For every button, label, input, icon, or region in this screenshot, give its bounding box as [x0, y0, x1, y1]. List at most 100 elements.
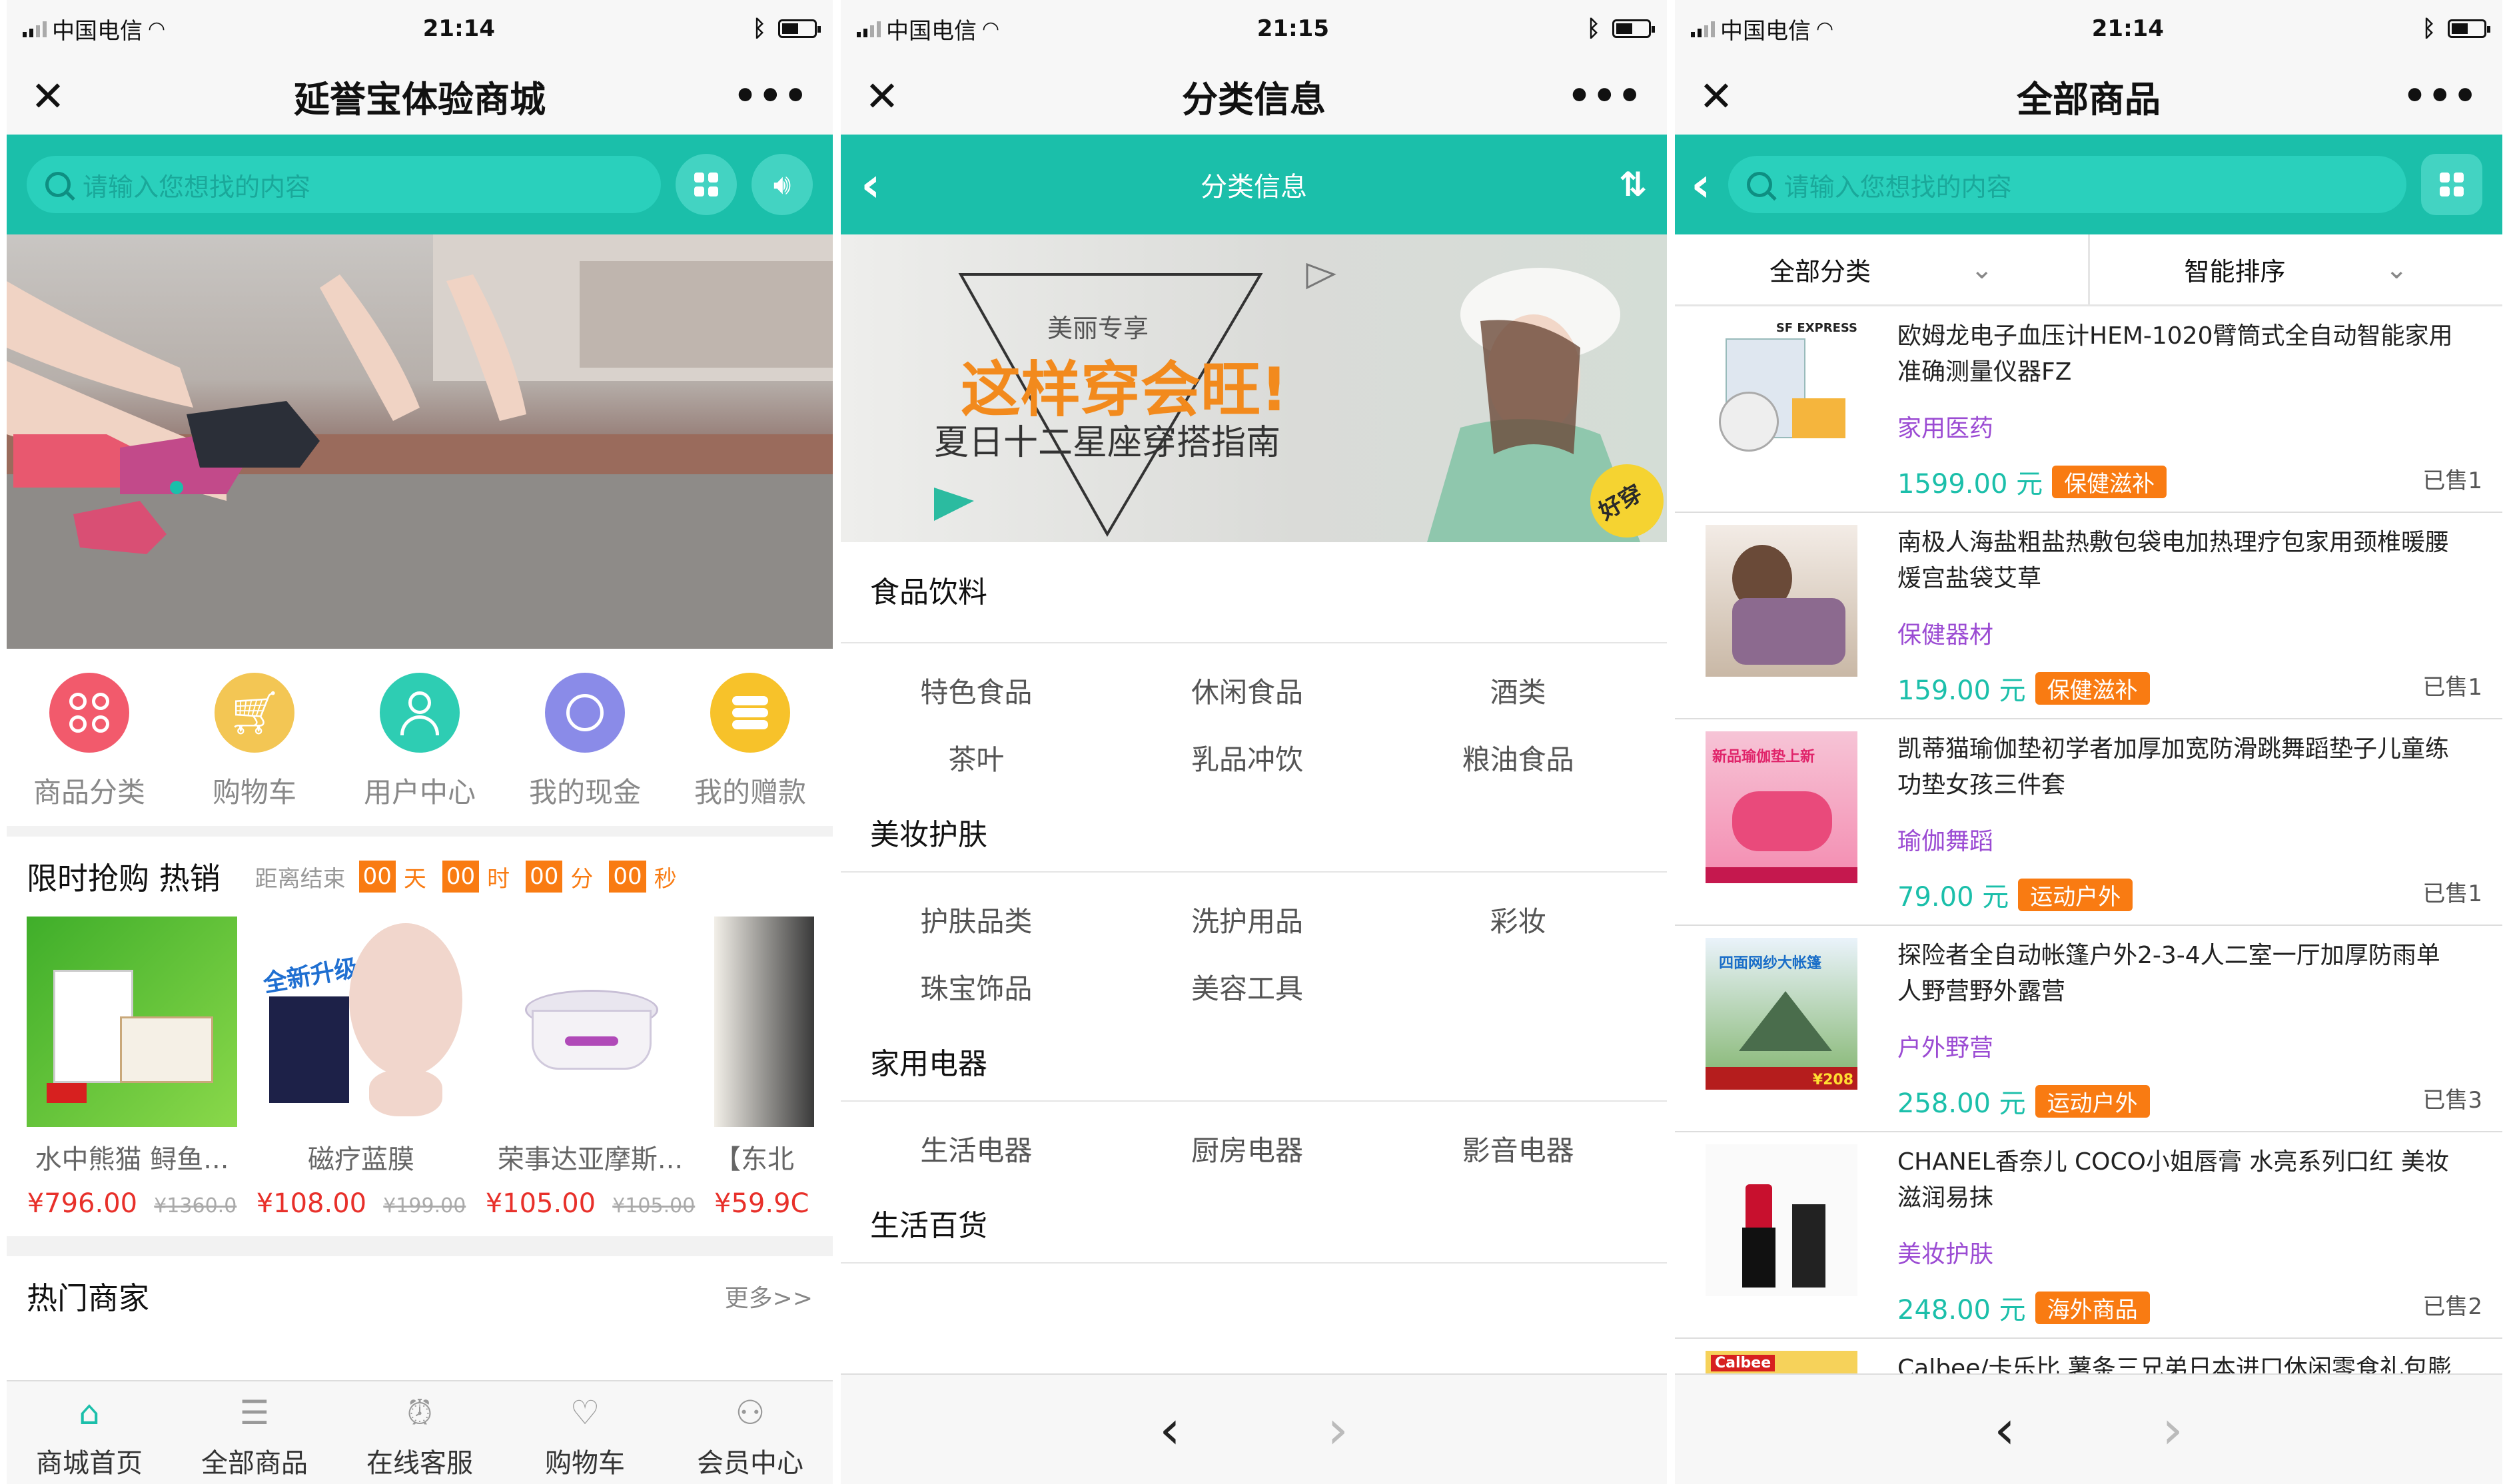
section-title[interactable]: 食品饮料: [841, 542, 1667, 643]
product-name: 荣事达亚摩斯...: [497, 1144, 684, 1175]
category-header: ‹ 分类信息 ⇅: [841, 135, 1667, 234]
tab-label: 全部商品: [201, 1448, 308, 1479]
quick-menu-label: 购物车: [212, 776, 296, 809]
quick-menu-category[interactable]: 商品分类: [23, 673, 156, 826]
section-title[interactable]: 美妆护肤: [841, 798, 1667, 873]
tent-label: 四面网纱大帐篷: [1719, 955, 1822, 972]
subcategory-item[interactable]: 洗护用品: [1112, 899, 1383, 940]
nav-bar: ✕ 延誉宝体验商城 •••: [7, 57, 833, 135]
close-icon[interactable]: ✕: [1699, 72, 1739, 121]
quick-menu-cash[interactable]: 我的现金: [518, 673, 652, 826]
close-icon[interactable]: ✕: [865, 72, 905, 121]
subcategory-item[interactable]: 护肤品类: [841, 899, 1112, 940]
grid-menu-button[interactable]: [676, 154, 737, 215]
grid-icon: [694, 173, 718, 196]
filter-category[interactable]: 全部分类 ⌄: [1675, 234, 2090, 304]
product-card[interactable]: 荣事达亚摩斯... ¥105.00 ¥105.00: [485, 917, 696, 1236]
product-price: 79.00 元: [1897, 882, 2009, 913]
product-price: ¥108.00: [256, 1188, 367, 1219]
product-card[interactable]: 水中熊猫 鲟鱼... ¥796.00 ¥1360.0: [27, 917, 237, 1236]
category-section: 生活百货: [841, 1189, 1667, 1264]
subcategory-item[interactable]: 彩妆: [1382, 899, 1654, 940]
product-tag: 保健滋补: [2052, 465, 2167, 498]
category-section: 美妆护肤 护肤品类 洗护用品 彩妆 珠宝饰品 美容工具: [841, 798, 1667, 1027]
bluetooth-icon: ᛒ: [1586, 15, 1600, 42]
home-screen: 中国电信 ◠ 21:14 ᛒ ✕ 延誉宝体验商城 ••• 请输入您想找的内容 🔊︎: [7, 0, 833, 1484]
subcategory-item[interactable]: 茶叶: [841, 737, 1112, 778]
chevron-down-icon: ⌄: [1971, 254, 1993, 285]
more-icon[interactable]: •••: [734, 75, 809, 118]
close-icon[interactable]: ✕: [31, 72, 71, 121]
product-row[interactable]: CHANEL香奈儿 COCO小姐唇膏 水亮系列口红 美妆滋润易抹 美妆护肤 24…: [1675, 1132, 2502, 1339]
more-icon[interactable]: •••: [2403, 75, 2478, 118]
list-icon: ☰: [239, 1393, 270, 1432]
product-category: 瑜伽舞蹈: [1897, 828, 1994, 855]
search-input[interactable]: 请输入您想找的内容: [27, 156, 661, 213]
subcategory-item[interactable]: 生活电器: [841, 1128, 1112, 1169]
section-title[interactable]: 家用电器: [841, 1027, 1667, 1102]
product-row[interactable]: SF EXPRESS 欧姆龙电子血压计HEM-1020臂筒式全自动智能家用准确测…: [1675, 306, 2502, 513]
quick-menu-label: 商品分类: [33, 776, 145, 809]
sound-button[interactable]: 🔊︎: [752, 154, 813, 215]
subcategory-item[interactable]: 影音电器: [1382, 1128, 1654, 1169]
quick-menu-label: 用户中心: [363, 776, 476, 809]
quick-menu-gift[interactable]: 我的赠款: [684, 673, 817, 826]
subcategory-item[interactable]: 粮油食品: [1382, 737, 1654, 778]
tab-service[interactable]: ⏰︎ 在线客服: [337, 1381, 502, 1484]
search-input[interactable]: 请输入您想找的内容: [1728, 156, 2406, 213]
banner-illustration: [7, 234, 833, 649]
product-name: 磁疗蓝膜: [308, 1144, 414, 1175]
product-row[interactable]: 四面网纱大帐篷 ¥208 探险者全自动帐篷户外2-3-4人二室一厅加厚防雨单人野营…: [1675, 926, 2502, 1132]
section-title[interactable]: 生活百货: [841, 1189, 1667, 1264]
countdown-days: 00: [358, 861, 396, 893]
browser-forward-icon[interactable]: ›: [2162, 1399, 2183, 1461]
more-icon[interactable]: •••: [1568, 75, 1643, 118]
merchants-more-link[interactable]: 更多>>: [725, 1279, 813, 1313]
browser-forward-icon[interactable]: ›: [1327, 1399, 1348, 1461]
category-section: 食品饮料 特色食品 休闲食品 酒类 茶叶 乳品冲饮 粮油食品: [841, 542, 1667, 798]
hero-banner[interactable]: [7, 234, 833, 649]
header-title: 分类信息: [1201, 172, 1307, 202]
subcategory-item[interactable]: 珠宝饰品: [841, 966, 1112, 1007]
merchants-title: 热门商家: [27, 1280, 149, 1316]
product-name: CHANEL香奈儿 COCO小姐唇膏 水亮系列口红 美妆滋润易抹: [1897, 1148, 2449, 1212]
product-thumb: 四面网纱大帐篷 ¥208: [1706, 938, 1857, 1090]
filter-sort[interactable]: 智能排序 ⌄: [2090, 234, 2503, 304]
product-category: 美妆护肤: [1897, 1241, 1994, 1268]
product-card[interactable]: 全新升级 磁疗蓝膜 ¥108.00 ¥199.00: [256, 917, 466, 1236]
subcategory-item[interactable]: 酒类: [1382, 670, 1654, 711]
subcategory-item[interactable]: 美容工具: [1112, 966, 1383, 1007]
back-arrow-icon[interactable]: ‹: [1691, 157, 1711, 212]
browser-back-icon[interactable]: ‹: [1994, 1399, 2015, 1461]
product-row[interactable]: 新品瑜伽垫上新 凯蒂猫瑜伽垫初学者加厚加宽防滑跳舞蹈垫子儿童练功垫女孩三件套 瑜…: [1675, 719, 2502, 926]
product-tag: 运动户外: [2018, 878, 2133, 911]
quick-menu-cart[interactable]: 🛒︎ 购物车: [188, 673, 321, 826]
subcategory-item[interactable]: 乳品冲饮: [1112, 737, 1383, 778]
subcategory-item[interactable]: 休闲食品: [1112, 670, 1383, 711]
promo-banner[interactable]: 美丽专享 这样穿会旺! 夏日十二星座穿搭指南 好穿: [841, 234, 1667, 542]
product-row[interactable]: 南极人海盐粗盐热敷包袋电加热理疗包家用颈椎暖腰煖宫盐袋艾草 保健器材 159.0…: [1675, 513, 2502, 719]
carousel-dot[interactable]: [170, 481, 183, 494]
clock: 21:15: [1256, 15, 1329, 42]
product-price: 258.00 元: [1897, 1088, 2026, 1119]
product-image: [485, 917, 696, 1127]
quick-menu-user[interactable]: 用户中心: [353, 673, 486, 826]
sold-count: 已售1: [2422, 674, 2482, 701]
product-card[interactable]: 【东北 ¥59.9C: [714, 917, 833, 1236]
product-name: 水中熊猫 鲟鱼...: [35, 1144, 229, 1175]
product-category: 户外野营: [1897, 1034, 1994, 1062]
tab-cart[interactable]: ♡ 购物车: [502, 1381, 668, 1484]
page-title: 全部商品: [2017, 78, 2161, 121]
tab-all-products[interactable]: ☰ 全部商品: [172, 1381, 337, 1484]
carrier-label: 中国电信: [52, 17, 143, 45]
grid-menu-button[interactable]: [2421, 154, 2482, 215]
quick-menu-label: 我的赠款: [694, 776, 806, 809]
calbee-logo: Calbee: [1711, 1355, 1775, 1371]
browser-back-icon[interactable]: ‹: [1159, 1399, 1181, 1461]
tab-member[interactable]: ⚇ 会员中心: [668, 1381, 833, 1484]
subcategory-item[interactable]: 特色食品: [841, 670, 1112, 711]
subcategory-item[interactable]: 厨房电器: [1112, 1128, 1383, 1169]
grid-icon: [2440, 173, 2464, 196]
clock: 21:14: [2091, 15, 2164, 42]
tab-home[interactable]: ⌂ 商城首页: [7, 1381, 172, 1484]
